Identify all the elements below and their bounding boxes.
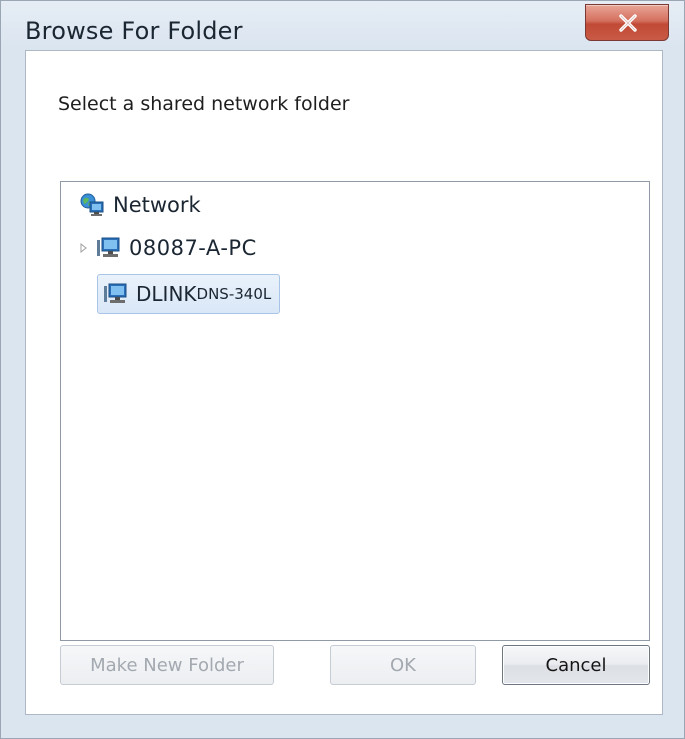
- title-bar[interactable]: Browse For Folder: [1, 1, 684, 51]
- expand-arrow-icon[interactable]: [77, 238, 95, 258]
- dialog-prompt: Select a shared network folder: [58, 93, 350, 115]
- window-title: Browse For Folder: [25, 17, 243, 45]
- folder-tree-view[interactable]: Network 08087-A-PC DLINK DNS-340L: [60, 181, 650, 641]
- tree-item-label: Network: [113, 193, 201, 217]
- tree-item-dlink-selected[interactable]: DLINK DNS-340L: [97, 274, 281, 314]
- tree-item-label: DLINK: [136, 282, 197, 306]
- tree-item-label: 08087-A-PC: [129, 236, 257, 260]
- ok-button[interactable]: OK: [330, 645, 476, 685]
- tree-item-network[interactable]: Network: [77, 188, 201, 222]
- computer-icon: [102, 281, 128, 307]
- close-button[interactable]: [585, 4, 669, 41]
- computer-icon: [95, 235, 121, 261]
- browse-for-folder-dialog: Browse For Folder Select a shared networ…: [0, 0, 685, 739]
- close-icon: [619, 14, 637, 32]
- tree-item-computer[interactable]: 08087-A-PC: [77, 231, 257, 265]
- cancel-button[interactable]: Cancel: [502, 645, 650, 685]
- network-icon: [79, 192, 105, 218]
- dialog-body: Select a shared network folder Network 0…: [25, 50, 663, 715]
- tree-item-sublabel: DNS-340L: [196, 285, 272, 303]
- make-new-folder-button[interactable]: Make New Folder: [60, 645, 274, 685]
